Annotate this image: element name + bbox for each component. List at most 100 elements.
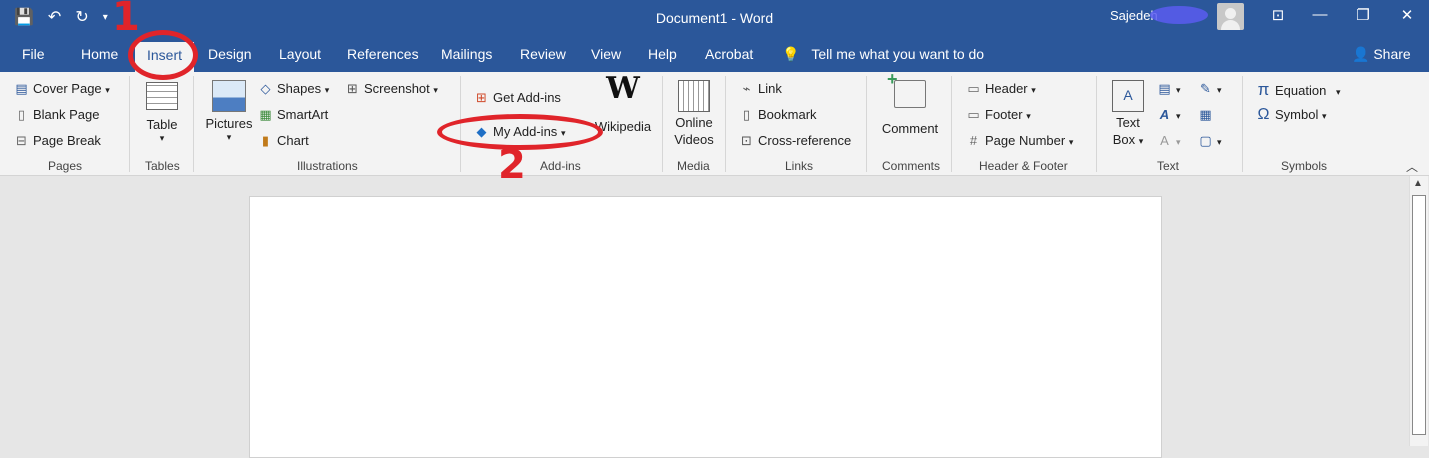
quick-parts-button[interactable]: ▤ ▾ (1157, 81, 1180, 97)
tab-insert[interactable]: Insert (135, 42, 195, 72)
get-addins-button[interactable]: ⊞ Get Add-ins (474, 90, 561, 106)
smartart-button[interactable]: ▦ SmartArt (258, 107, 328, 123)
chart-button[interactable]: ▮ Chart (258, 133, 309, 149)
minimize-icon[interactable]: — (1305, 6, 1335, 23)
wordart-button[interactable]: A ▾ (1157, 107, 1181, 122)
quick-access-toolbar: 💾 ↶ ↻ ▾ (14, 7, 108, 29)
table-label: Table (146, 117, 178, 132)
chart-icon: ▮ (261, 133, 270, 148)
tell-me-search[interactable]: 💡 Tell me what you want to do (782, 46, 984, 63)
group-label-pages: Pages (48, 159, 83, 173)
footer-button[interactable]: ▭ Footer ▾ (966, 107, 1030, 123)
blank-page-label: Blank Page (33, 107, 100, 122)
group-label-text: Text (1157, 159, 1180, 173)
tab-review[interactable]: Review (520, 46, 566, 62)
wikipedia-icon: W (606, 71, 640, 106)
group-separator (460, 76, 461, 172)
table-button[interactable]: Table ▾ (140, 82, 184, 143)
omega-icon: Ω (1257, 106, 1270, 123)
comment-button[interactable]: + Comment (876, 70, 944, 137)
group-label-media: Media (677, 159, 710, 173)
cover-page-button[interactable]: ▤ Cover Page ▾ (14, 81, 109, 97)
wikipedia-button[interactable]: W Wikipedia (592, 71, 654, 135)
tab-home[interactable]: Home (81, 46, 118, 62)
wordart-icon: A (1159, 107, 1170, 122)
blank-page-button[interactable]: ▯ Blank Page (14, 107, 100, 123)
date-time-button[interactable]: ▦ (1198, 107, 1217, 123)
tab-references[interactable]: References (347, 46, 419, 62)
tab-acrobat[interactable]: Acrobat (705, 46, 753, 62)
avatar[interactable] (1217, 3, 1244, 30)
tab-mailings[interactable]: Mailings (441, 46, 492, 62)
vertical-scrollbar[interactable]: ▲ (1409, 176, 1428, 446)
my-addins-button[interactable]: ◆ My Add-ins ▾ (474, 124, 566, 140)
online-label: Online (675, 115, 713, 130)
my-addins-icon: ◆ (476, 124, 487, 139)
screenshot-label: Screenshot (364, 81, 430, 96)
text-label: Text (1116, 115, 1140, 130)
group-label-illustrations: Illustrations (297, 159, 358, 173)
tab-view[interactable]: View (591, 46, 621, 62)
screenshot-button[interactable]: ⊞ Screenshot ▾ (345, 81, 438, 97)
cover-page-icon: ▤ (15, 81, 28, 96)
page-number-button[interactable]: # Page Number ▾ (966, 133, 1074, 148)
group-label-tables: Tables (145, 159, 180, 173)
equation-button[interactable]: π Equation ▾ (1256, 80, 1341, 100)
scroll-up-icon[interactable]: ▲ (1413, 178, 1423, 189)
cross-reference-label: Cross-reference (758, 133, 852, 148)
scroll-thumb[interactable] (1412, 195, 1426, 435)
online-videos-button[interactable]: Online Videos (668, 80, 720, 148)
store-icon: ⊞ (476, 90, 487, 105)
group-label-links: Links (785, 159, 814, 173)
person-add-icon: 👤 (1352, 46, 1370, 62)
redo-icon[interactable]: ↻ (75, 7, 88, 29)
pi-icon: π (1257, 80, 1270, 99)
pictures-button[interactable]: Pictures ▾ (203, 80, 255, 142)
save-icon[interactable]: 💾 (14, 7, 34, 29)
redaction-scribble (1150, 6, 1208, 24)
close-icon[interactable]: ✕ (1392, 6, 1422, 24)
object-icon: ▢ (1199, 133, 1212, 148)
header-button[interactable]: ▭ Header ▾ (966, 81, 1035, 97)
ribbon-tab-bar: File Home Insert Design Layout Reference… (0, 38, 1429, 72)
object-button[interactable]: ▢ ▾ (1198, 133, 1221, 149)
document-page[interactable] (249, 196, 1162, 458)
undo-icon[interactable]: ↶ (48, 7, 61, 29)
tab-file[interactable]: File (22, 46, 45, 62)
group-separator (1242, 76, 1243, 172)
table-icon (146, 82, 178, 110)
pictures-icon (212, 80, 246, 112)
quick-parts-icon: ▤ (1158, 81, 1171, 96)
collapse-ribbon-icon[interactable]: ︿ (1406, 158, 1418, 175)
cross-reference-button[interactable]: ⊡ Cross-reference (739, 133, 851, 149)
bookmark-label: Bookmark (758, 107, 817, 122)
group-separator (866, 76, 867, 172)
share-button[interactable]: 👤 Share (1352, 46, 1411, 63)
cross-reference-icon: ⊡ (741, 133, 752, 148)
blank-page-icon: ▯ (17, 107, 26, 122)
drop-cap-button[interactable]: A ▾ (1157, 133, 1180, 148)
customize-qat-icon[interactable]: ▾ (103, 7, 108, 29)
text-box-icon: A (1112, 80, 1144, 112)
group-separator (193, 76, 194, 172)
group-label-symbols: Symbols (1281, 159, 1328, 173)
ribbon-display-options-icon[interactable]: ⊡ (1263, 6, 1293, 24)
chart-label: Chart (277, 133, 309, 148)
text-box-button[interactable]: A Text Box ▾ (1104, 80, 1152, 150)
equation-label: Equation (1275, 83, 1327, 98)
signature-line-button[interactable]: ✎ ▾ (1198, 81, 1221, 97)
tab-design[interactable]: Design (208, 46, 252, 62)
shapes-button[interactable]: ◇ Shapes ▾ (258, 81, 330, 97)
ribbon-insert: ▤ Cover Page ▾ ▯ Blank Page ⊟ Page Break Pa… (0, 70, 1429, 176)
comment-label: Comment (881, 121, 939, 136)
page-break-label: Page Break (33, 133, 101, 148)
bookmark-button[interactable]: ▯ Bookmark (739, 107, 817, 123)
new-comment-icon: + (887, 70, 926, 108)
tab-help[interactable]: Help (648, 46, 677, 62)
page-break-button[interactable]: ⊟ Page Break (14, 133, 101, 149)
footer-icon: ▭ (967, 107, 980, 122)
restore-icon[interactable]: ❐ (1348, 6, 1378, 24)
tab-layout[interactable]: Layout (279, 46, 321, 62)
symbol-button[interactable]: Ω Symbol ▾ (1256, 106, 1327, 124)
link-button[interactable]: ⌁ Link (739, 81, 782, 97)
